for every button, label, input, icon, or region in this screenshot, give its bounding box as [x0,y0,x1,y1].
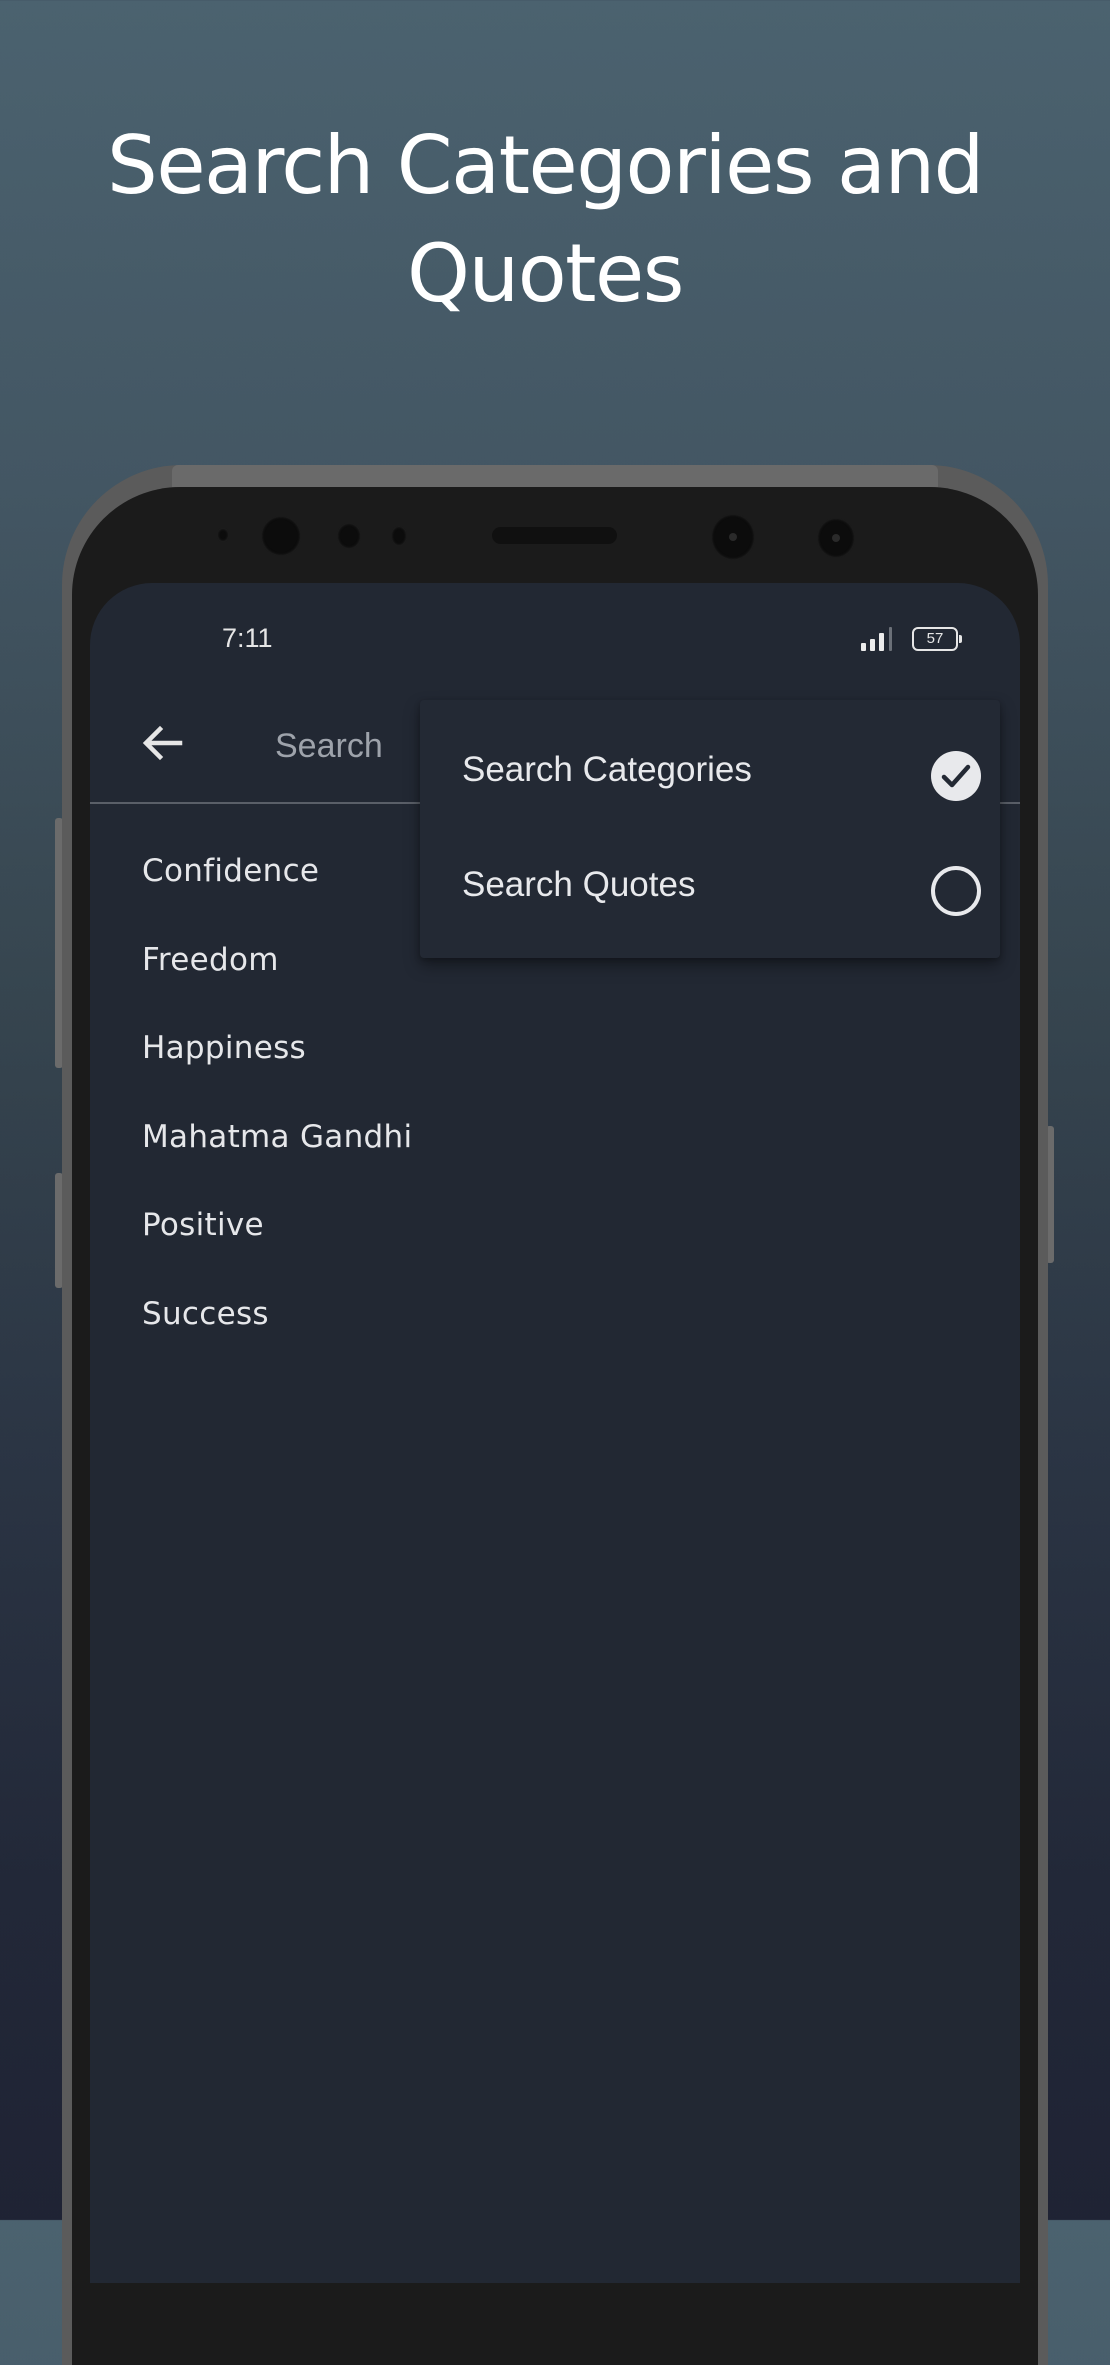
proximity-sensor-icon [217,528,229,542]
battery-icon: 57 [912,627,962,651]
status-time: 7:11 [222,623,273,653]
promo-title-line-2: Quotes [407,227,684,320]
menu-item-label: Search Quotes [462,865,696,904]
search-mode-menu: Search Categories Search Quotes [420,700,1000,958]
category-item-confidence[interactable]: Confidence [142,841,412,930]
battery-level: 57 [926,630,944,647]
light-sensor-icon [337,523,361,549]
front-camera-2-icon [711,514,755,560]
front-camera-3-icon [817,518,855,558]
earpiece-speaker [492,527,617,544]
phone-top-edge [172,465,938,487]
arrow-left-icon [142,725,183,761]
promo-title: Search Categories and Quotes [0,112,1090,328]
menu-item-label: Search Categories [462,750,752,789]
signal-bars-icon [861,627,897,651]
check-circle-icon [931,751,981,801]
back-button[interactable] [130,713,194,777]
sensor-dot-icon [391,526,407,546]
category-item-mahatma-gandhi[interactable]: Mahatma Gandhi [142,1107,412,1196]
circle-outline-icon [931,866,981,916]
category-item-success[interactable]: Success [142,1284,412,1373]
promo-title-line-1: Search Categories and [107,119,984,212]
front-camera-icon [261,516,301,556]
menu-item-search-categories[interactable]: Search Categories [420,716,1000,826]
category-item-happiness[interactable]: Happiness [142,1018,412,1107]
category-item-freedom[interactable]: Freedom [142,930,412,1019]
app-screen: 7:11 57 Confidence Freedom Happiness Mah… [90,583,1020,2283]
category-list: Confidence Freedom Happiness Mahatma Gan… [142,841,412,1373]
menu-item-search-quotes[interactable]: Search Quotes [420,831,1000,941]
category-item-positive[interactable]: Positive [142,1195,412,1284]
